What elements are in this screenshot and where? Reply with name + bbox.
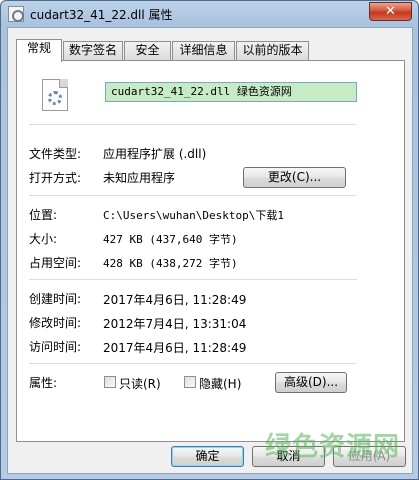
modified-value: 2012年7月4日, 13:31:04 bbox=[103, 317, 247, 331]
open-with-label: 打开方式: bbox=[29, 171, 82, 185]
ok-button[interactable]: 确定 bbox=[171, 446, 244, 467]
dll-settings-icon bbox=[42, 79, 68, 111]
open-with-value: 未知应用程序 bbox=[103, 171, 176, 185]
file-type-value: 应用程序扩展 (.dll) bbox=[103, 147, 207, 161]
general-panel: cudart32_41_22.dll 绿色资源网 文件类型: 应用程序扩展 (.… bbox=[16, 60, 405, 442]
divider bbox=[29, 279, 357, 280]
tab-digital-signatures[interactable]: 数字签名 bbox=[63, 41, 123, 60]
location-value: C:\Users\wuhan\Desktop\下载1 bbox=[103, 209, 284, 222]
accessed-value: 2017年4月6日, 11:28:49 bbox=[103, 341, 247, 355]
divider bbox=[29, 195, 357, 196]
divider bbox=[29, 124, 357, 125]
hidden-label[interactable]: 隐藏(H) bbox=[199, 375, 241, 392]
window-title: cudart32_41_22.dll 属性 bbox=[30, 8, 173, 22]
change-button[interactable]: 更改(C)... bbox=[243, 167, 346, 188]
created-value: 2017年4月6日, 11:28:49 bbox=[103, 293, 247, 307]
close-button[interactable]: ✕ bbox=[369, 2, 412, 21]
file-type-label: 文件类型: bbox=[29, 147, 82, 161]
dll-file-icon bbox=[8, 6, 24, 22]
divider bbox=[29, 363, 357, 364]
properties-window: cudart32_41_22.dll 属性 ✕ 常规 数字签名 安全 详细信息 … bbox=[0, 0, 419, 480]
watermark-logo: 绿色资源网 bbox=[264, 432, 400, 462]
title-bar[interactable]: cudart32_41_22.dll 属性 ✕ bbox=[1, 1, 418, 27]
readonly-checkbox[interactable] bbox=[104, 376, 116, 388]
size-on-disk-value: 428 KB (438,272 字节) bbox=[103, 257, 238, 270]
dialog-client: 常规 数字签名 安全 详细信息 以前的版本 cudart32_41_22.dll… bbox=[7, 27, 413, 474]
size-value: 427 KB (437,640 字节) bbox=[103, 233, 238, 246]
tab-previous-versions[interactable]: 以前的版本 bbox=[236, 41, 309, 60]
close-icon: ✕ bbox=[385, 4, 396, 19]
location-label: 位置: bbox=[29, 208, 58, 222]
advanced-button[interactable]: 高级(D)... bbox=[275, 372, 347, 393]
modified-label: 修改时间: bbox=[29, 316, 82, 330]
readonly-label[interactable]: 只读(R) bbox=[119, 375, 161, 392]
tab-general[interactable]: 常规 bbox=[16, 39, 62, 62]
tab-details[interactable]: 详细信息 bbox=[172, 41, 235, 60]
size-label: 大小: bbox=[29, 232, 58, 246]
accessed-label: 访问时间: bbox=[29, 340, 82, 354]
size-on-disk-label: 占用空间: bbox=[29, 256, 82, 270]
attributes-label: 属性: bbox=[29, 376, 58, 390]
hidden-checkbox[interactable] bbox=[184, 376, 196, 388]
tab-security[interactable]: 安全 bbox=[124, 41, 171, 60]
created-label: 创建时间: bbox=[29, 292, 82, 306]
file-name-input[interactable]: cudart32_41_22.dll 绿色资源网 bbox=[105, 82, 357, 102]
